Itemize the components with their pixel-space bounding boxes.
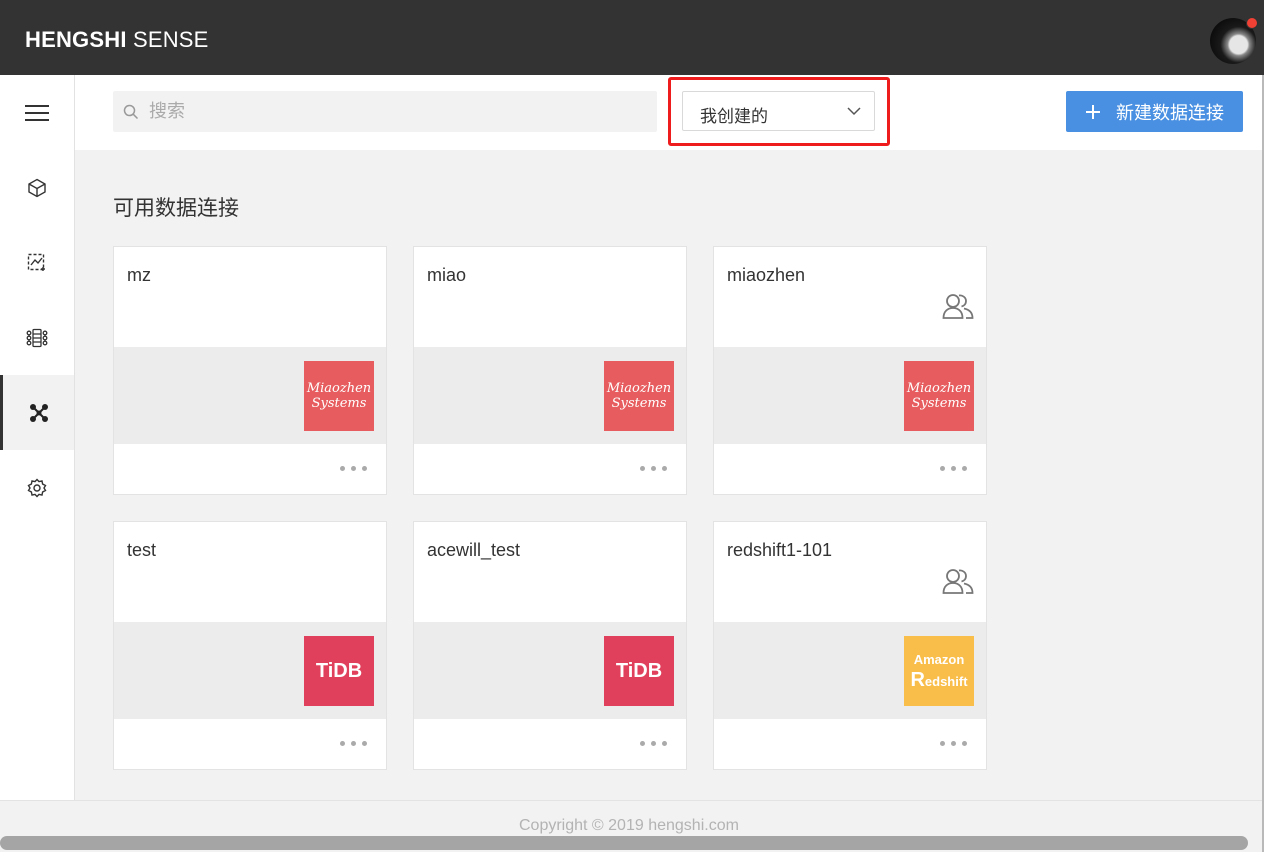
sidebar-item-settings[interactable] [0, 450, 74, 525]
more-options-icon[interactable] [640, 466, 667, 471]
cube-icon [28, 178, 46, 197]
horizontal-scrollbar[interactable] [0, 836, 1248, 850]
chevron-down-icon [847, 107, 861, 116]
more-options-icon[interactable] [940, 466, 967, 471]
logo-band: Amazon Redshift [714, 622, 986, 719]
section-title: 可用数据连接 [113, 197, 239, 220]
chart-icon [27, 253, 45, 271]
copyright-text: Copyright © 2019 hengshi.com [519, 817, 739, 834]
logo-line2: Systems [611, 396, 667, 411]
connection-name: mz [127, 265, 151, 285]
logo-band: Miaozhen Systems [114, 347, 386, 444]
data-connection-icon [29, 403, 48, 422]
logo-band: Miaozhen Systems [714, 347, 986, 444]
connection-name: miaozhen [727, 265, 806, 285]
dataset-icon [26, 328, 48, 347]
top-bar: HENGSHI SENSE [0, 0, 1264, 75]
plus-icon [1086, 104, 1100, 119]
sidebar-item-charts[interactable] [0, 225, 74, 300]
more-options-icon[interactable] [940, 741, 967, 746]
connection-card[interactable]: redshift1-101 Amazon Redshift [713, 521, 987, 770]
search-box [113, 91, 657, 132]
connection-card[interactable]: miao Miaozhen Systems [413, 246, 687, 495]
sidebar-item-data-connections[interactable] [0, 375, 74, 450]
toolbar: 我创建的 新建数据连接 [75, 75, 1264, 150]
miaozhen-logo: Miaozhen Systems [604, 361, 674, 431]
brand-rest: SENSE [126, 27, 209, 52]
search-input[interactable] [149, 91, 649, 132]
logo-line2: Systems [911, 396, 967, 411]
sidebar-item-datasets[interactable] [0, 300, 74, 375]
connection-name: redshift1-101 [727, 540, 833, 560]
logo-initial: R [910, 669, 925, 691]
connection-name: acewill_test [427, 540, 521, 560]
logo-line2: edshift [924, 674, 968, 689]
connection-name: test [127, 540, 157, 560]
miaozhen-logo: Miaozhen Systems [904, 361, 974, 431]
logo-band: Miaozhen Systems [414, 347, 686, 444]
sidebar-menu-toggle[interactable] [0, 75, 74, 150]
logo-line1: Miaozhen [306, 381, 372, 396]
logo-line1: Miaozhen [606, 381, 672, 396]
brand-bold: HENGSHI [25, 27, 127, 52]
hamburger-menu-icon [25, 104, 49, 121]
shared-users-icon [942, 294, 974, 319]
miaozhen-logo: Miaozhen Systems [304, 361, 374, 431]
new-data-connection-label: 新建数据连接 [1116, 102, 1224, 123]
gear-icon [27, 477, 47, 498]
owner-filter-select[interactable]: 我创建的 [682, 91, 875, 131]
tidb-logo: TiDB [604, 636, 674, 706]
tidb-logo: TiDB [304, 636, 374, 706]
shared-users-icon [942, 569, 974, 594]
sidebar [0, 75, 75, 800]
logo-band: TiDB [114, 622, 386, 719]
search-icon [123, 104, 139, 120]
connection-card[interactable]: test TiDB [113, 521, 387, 770]
sidebar-item-apps[interactable] [0, 150, 74, 225]
new-data-connection-button[interactable]: 新建数据连接 [1066, 91, 1243, 132]
connection-card[interactable]: mz Miaozhen Systems [113, 246, 387, 495]
connection-name: miao [427, 265, 467, 285]
amazon-redshift-logo: Amazon Redshift [904, 636, 974, 706]
more-options-icon[interactable] [340, 741, 367, 746]
logo-line2: Systems [311, 396, 367, 411]
logo-line1: Amazon [913, 652, 965, 667]
owner-filter-value: 我创建的 [700, 107, 768, 126]
app-logo[interactable]: HENGSHI SENSE [25, 27, 209, 53]
connection-card[interactable]: acewill_test TiDB [413, 521, 687, 770]
notification-dot [1246, 17, 1258, 29]
connection-card[interactable]: miaozhen Miaozhen Systems [713, 246, 987, 495]
logo-line1: Miaozhen [906, 381, 972, 396]
more-options-icon[interactable] [640, 741, 667, 746]
more-options-icon[interactable] [340, 466, 367, 471]
logo-band: TiDB [414, 622, 686, 719]
